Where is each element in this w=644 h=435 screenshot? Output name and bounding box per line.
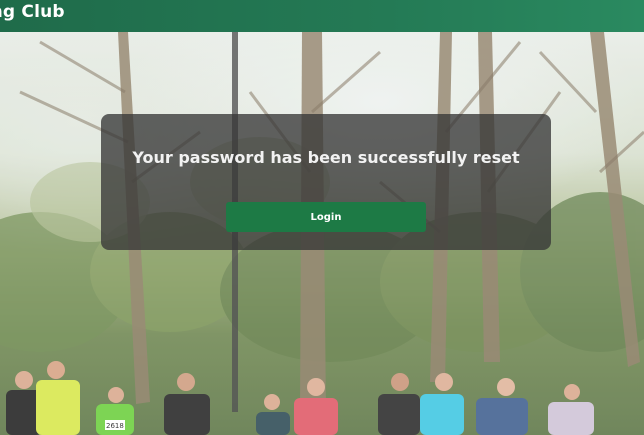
login-button[interactable]: Login [226,202,426,232]
site-header: nning Club [0,0,644,32]
page: nning Club [0,0,644,435]
password-reset-dialog: Your password has been successfully rese… [101,114,551,250]
site-title[interactable]: nning Club [0,2,65,22]
success-message: Your password has been successfully rese… [132,148,520,167]
